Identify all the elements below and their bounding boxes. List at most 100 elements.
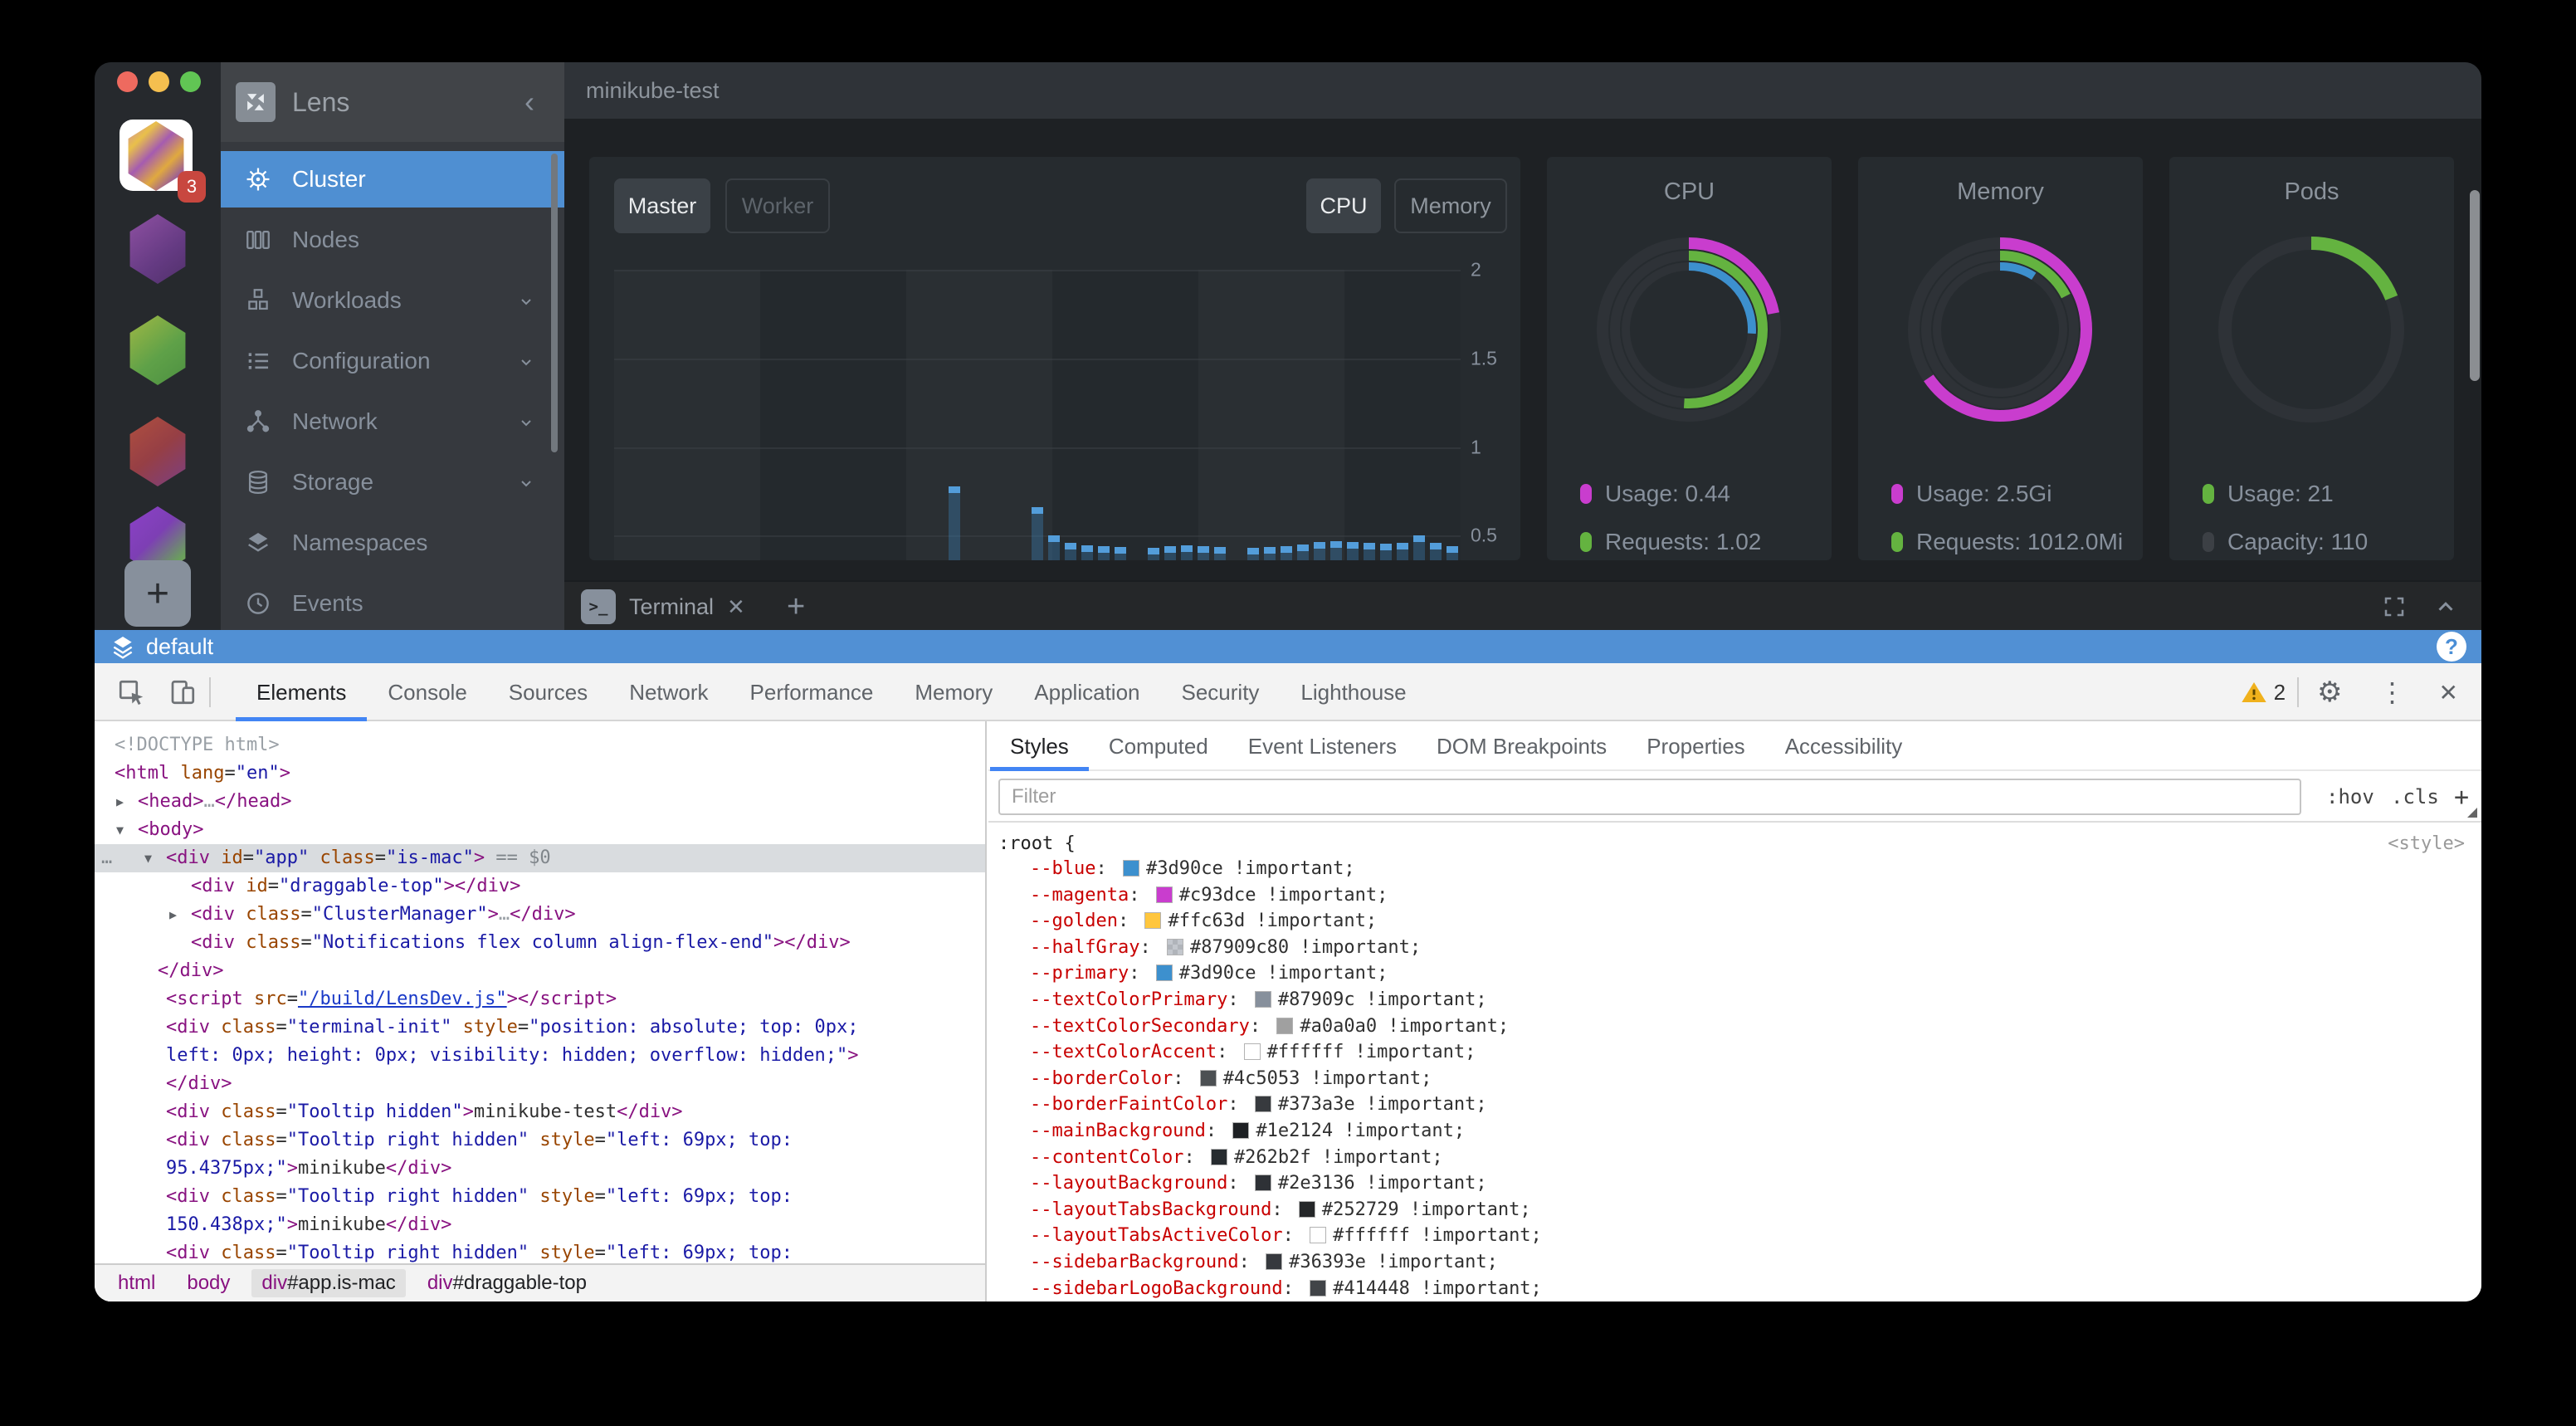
device-toolbar-icon[interactable]	[168, 677, 198, 707]
tab-sources[interactable]: Sources	[488, 663, 608, 721]
terminal-add-icon[interactable]: +	[787, 582, 805, 632]
css-property[interactable]: --layoutTabsBackground: #252729 !importa…	[988, 1197, 2481, 1223]
color-swatch[interactable]	[1200, 1070, 1217, 1087]
tab-network[interactable]: Network	[608, 663, 729, 721]
color-swatch[interactable]	[1255, 1174, 1271, 1191]
dom-tree-node[interactable]: <html lang="en">	[95, 759, 985, 788]
css-selector[interactable]: :root {	[998, 833, 1076, 854]
add-cluster-button[interactable]: +	[124, 560, 191, 627]
color-swatch[interactable]	[1123, 860, 1139, 877]
sidebar-collapse-button[interactable]: ‹	[524, 62, 534, 142]
dom-tree-node[interactable]: 150.438px;">minikube</div>	[95, 1211, 985, 1239]
worker-toggle-button[interactable]: Worker	[725, 178, 830, 233]
sidebar-item-configuration[interactable]: Configuration	[221, 333, 564, 389]
dom-tree-node[interactable]: <script src="/build/LensDev.js"></script…	[95, 985, 985, 1013]
css-property[interactable]: --contentColor: #262b2f !important;	[988, 1145, 2481, 1171]
dom-tree[interactable]: <!DOCTYPE html><html lang="en">▶<head>…<…	[95, 721, 985, 1263]
color-swatch[interactable]	[1232, 1122, 1249, 1139]
dom-tree-node[interactable]: ▼<body>	[95, 816, 985, 844]
dom-tree-node[interactable]: </div>	[95, 1070, 985, 1098]
breadcrumb-item[interactable]: div#app.is-mac	[251, 1269, 405, 1297]
settings-gear-icon[interactable]: ⚙	[2317, 676, 2342, 709]
terminal-tab-label[interactable]: Terminal	[629, 582, 714, 632]
css-property[interactable]: --sidebarLogoBackground: #414448 !import…	[988, 1276, 2481, 1302]
tab-application[interactable]: Application	[1013, 663, 1160, 721]
dom-tree-node[interactable]: ▶<head>…</head>	[95, 788, 985, 816]
color-swatch[interactable]	[1156, 965, 1173, 981]
sidebar-item-cluster[interactable]: Cluster	[221, 151, 564, 208]
tab-elements[interactable]: Elements	[236, 663, 367, 721]
new-style-rule-options-triangle[interactable]	[2467, 808, 2477, 818]
dom-tree-node[interactable]: left: 0px; height: 0px; visibility: hidd…	[95, 1042, 985, 1070]
sidebar-item-workloads[interactable]: Workloads	[221, 272, 564, 329]
dom-tree-selected-node[interactable]: …▼<div id="app" class="is-mac"> == $0	[95, 844, 985, 872]
stylesheet-source-link[interactable]: <style>	[2388, 828, 2465, 861]
color-swatch[interactable]	[1144, 912, 1161, 929]
dom-tree-node[interactable]: </div>	[95, 957, 985, 985]
sidebar-item-nodes[interactable]: Nodes	[221, 212, 564, 268]
chevron-down-icon[interactable]	[516, 473, 536, 493]
css-rules[interactable]: <style> :root { --blue: #3d90ce !importa…	[988, 823, 2481, 1301]
cluster-icon-2[interactable]	[126, 315, 189, 385]
css-property[interactable]: --blue: #3d90ce !important;	[988, 856, 2481, 882]
css-property[interactable]: --borderColor: #4c5053 !important;	[988, 1066, 2481, 1092]
color-swatch[interactable]	[1310, 1280, 1326, 1297]
dom-tree-node[interactable]: <div class="Tooltip right hidden" style=…	[95, 1126, 985, 1155]
cpu-toggle-button[interactable]: CPU	[1306, 178, 1381, 233]
styles-tab-dom-breakpoints[interactable]: DOM Breakpoints	[1417, 721, 1627, 771]
warning-icon[interactable]	[2241, 679, 2267, 706]
cluster-icon-1[interactable]	[126, 214, 189, 284]
chevron-down-icon[interactable]	[516, 291, 536, 311]
color-swatch[interactable]	[1255, 991, 1271, 1008]
css-property[interactable]: --halfGray: #87909c80 !important;	[988, 935, 2481, 961]
dom-tree-node[interactable]: <div class="terminal-init" style="positi…	[95, 1013, 985, 1042]
css-property[interactable]: --layoutTabsActiveColor: #ffffff !import…	[988, 1223, 2481, 1249]
color-swatch[interactable]	[1299, 1201, 1315, 1218]
dom-tree-node[interactable]: <div class="Tooltip right hidden" style=…	[95, 1183, 985, 1211]
traffic-light-close-button[interactable]	[117, 71, 138, 92]
styles-tab-computed[interactable]: Computed	[1089, 721, 1228, 771]
color-swatch[interactable]	[1167, 939, 1183, 955]
css-property[interactable]: --mainBackground: #1e2124 !important;	[988, 1118, 2481, 1145]
toggle-element-classes-button[interactable]: .cls	[2391, 771, 2439, 823]
color-swatch[interactable]	[1255, 1096, 1271, 1112]
warning-count[interactable]: 2	[2274, 680, 2286, 706]
breadcrumb-item[interactable]: div#draggable-top	[417, 1269, 597, 1297]
master-toggle-button[interactable]: Master	[614, 178, 710, 233]
color-swatch[interactable]	[1211, 1149, 1227, 1165]
dom-tree-node[interactable]: <div id="draggable-top"></div>	[95, 872, 985, 901]
tab-memory[interactable]: Memory	[894, 663, 1013, 721]
styles-tab-event-listeners[interactable]: Event Listeners	[1228, 721, 1417, 771]
dom-tree-node[interactable]: <div class="Notifications flex column al…	[95, 929, 985, 957]
tab-performance[interactable]: Performance	[729, 663, 895, 721]
tab-security[interactable]: Security	[1161, 663, 1281, 721]
styles-tab-properties[interactable]: Properties	[1627, 721, 1765, 771]
styles-tab-accessibility[interactable]: Accessibility	[1765, 721, 1923, 771]
css-property[interactable]: --textColorAccent: #ffffff !important;	[988, 1039, 2481, 1066]
sidebar-item-network[interactable]: Network	[221, 393, 564, 450]
css-property[interactable]: --sidebarBackground: #36393e !important;	[988, 1249, 2481, 1276]
cluster-icon-3[interactable]	[126, 417, 189, 486]
styles-filter-input[interactable]	[998, 779, 2301, 815]
css-property[interactable]: --textColorPrimary: #87909c !important;	[988, 987, 2481, 1013]
help-icon[interactable]: ?	[2437, 632, 2466, 662]
tab-console[interactable]: Console	[367, 663, 487, 721]
css-property[interactable]: --layoutBackground: #2e3136 !important;	[988, 1170, 2481, 1197]
traffic-light-zoom-button[interactable]	[180, 71, 201, 92]
terminal-expand-icon[interactable]	[2433, 594, 2458, 619]
color-swatch[interactable]	[1244, 1043, 1261, 1060]
dom-tree-node[interactable]: <!DOCTYPE html>	[95, 731, 985, 759]
dom-tree-node[interactable]: <div class="Tooltip hidden">minikube-tes…	[95, 1098, 985, 1126]
css-property[interactable]: --golden: #ffc63d !important;	[988, 908, 2481, 935]
color-swatch[interactable]	[1156, 886, 1173, 903]
sidebar-item-storage[interactable]: Storage	[221, 454, 564, 510]
css-property[interactable]: --primary: #3d90ce !important;	[988, 960, 2481, 987]
css-property[interactable]: --textColorSecondary: #a0a0a0 !important…	[988, 1013, 2481, 1040]
toggle-pseudo-classes-button[interactable]: :hov	[2326, 771, 2374, 823]
styles-tab-styles[interactable]: Styles	[990, 721, 1089, 771]
namespace-label[interactable]: default	[146, 630, 213, 663]
breadcrumb-item[interactable]: body	[177, 1269, 240, 1297]
css-property[interactable]: --borderFaintColor: #373a3e !important;	[988, 1091, 2481, 1118]
dom-tree-node[interactable]: 95.4375px;">minikube</div>	[95, 1155, 985, 1183]
traffic-light-minimize-button[interactable]	[149, 71, 169, 92]
